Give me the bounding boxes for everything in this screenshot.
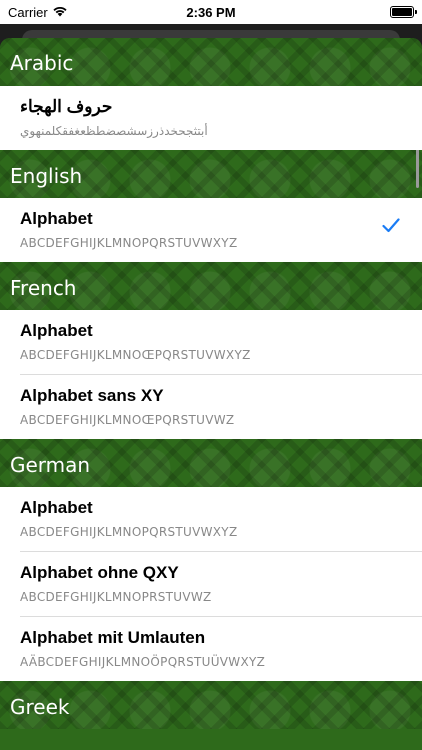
item-title: Alphabet mit Umlauten xyxy=(20,628,206,647)
list-item-english-alphabet[interactable]: Alphabet ABCDEFGHIJKLMNOPQRSTUVWXYZ xyxy=(0,198,422,262)
status-bar: Carrier 2:36 PM xyxy=(0,0,422,24)
item-subtitle: أبتثجحخدذرزسشصضطظعغفقكلمنهوي xyxy=(20,124,208,138)
list-item-german-alphabet-mit-umlauten[interactable]: Alphabet mit Umlauten AÄBCDEFGHIJKLMNOÖP… xyxy=(0,617,422,681)
section-header-french: French xyxy=(0,262,422,310)
item-subtitle: ABCDEFGHIJKLMNOPRSTUVWZ xyxy=(20,590,212,604)
wifi-icon xyxy=(52,5,68,20)
list-item-german-alphabet[interactable]: Alphabet ABCDEFGHIJKLMNOPQRSTUVWXYZ xyxy=(0,487,422,551)
checkmark-icon xyxy=(382,218,400,238)
item-title: Alphabet xyxy=(20,498,93,517)
list-item-french-alphabet-sans-xy[interactable]: Alphabet sans XY ABCDEFGHIJKLMNOŒPQRSTUV… xyxy=(0,375,422,439)
list-item-german-alphabet-ohne-qxy[interactable]: Alphabet ohne QXY ABCDEFGHIJKLMNOPRSTUVW… xyxy=(0,552,422,616)
list-item-arabic-alphabet[interactable]: حروف الهجاء أبتثجحخدذرزسشصضطظعغفقكلمنهوي xyxy=(0,86,422,150)
section-header-greek: Greek xyxy=(0,681,422,729)
item-title: Alphabet ohne QXY xyxy=(20,563,179,582)
carrier-label: Carrier xyxy=(8,4,48,20)
item-title: Alphabet xyxy=(20,209,93,228)
item-title: حروف الهجاء xyxy=(20,97,113,116)
item-subtitle: ABCDEFGHIJKLMNOPQRSTUVWXYZ xyxy=(20,236,238,250)
item-title: Alphabet sans XY xyxy=(20,386,164,405)
item-subtitle: ABCDEFGHIJKLMNOŒPQRSTUVWXYZ xyxy=(20,348,251,362)
section-header-german: German xyxy=(0,439,422,487)
section-french-items: Alphabet ABCDEFGHIJKLMNOŒPQRSTUVWXYZ Alp… xyxy=(0,310,422,439)
section-german-items: Alphabet ABCDEFGHIJKLMNOPQRSTUVWXYZ Alph… xyxy=(0,487,422,681)
item-subtitle: ABCDEFGHIJKLMNOPQRSTUVWXYZ xyxy=(20,525,238,539)
section-header-arabic: Arabic xyxy=(0,38,422,86)
list-item-french-alphabet[interactable]: Alphabet ABCDEFGHIJKLMNOŒPQRSTUVWXYZ xyxy=(0,310,422,374)
status-right xyxy=(390,6,417,18)
item-title: Alphabet xyxy=(20,321,93,340)
item-subtitle: AÄBCDEFGHIJKLMNOÖPQRSTUÜVWXYZ xyxy=(20,655,266,669)
battery-icon xyxy=(390,6,417,18)
section-header-english: English xyxy=(0,150,422,198)
alphabet-list[interactable]: Arabic حروف الهجاء أبتثجحخدذرزسشصضطظعغفق… xyxy=(0,38,422,750)
status-left: Carrier xyxy=(8,5,68,20)
item-subtitle: ABCDEFGHIJKLMNOŒPQRSTUVWZ xyxy=(20,413,235,427)
